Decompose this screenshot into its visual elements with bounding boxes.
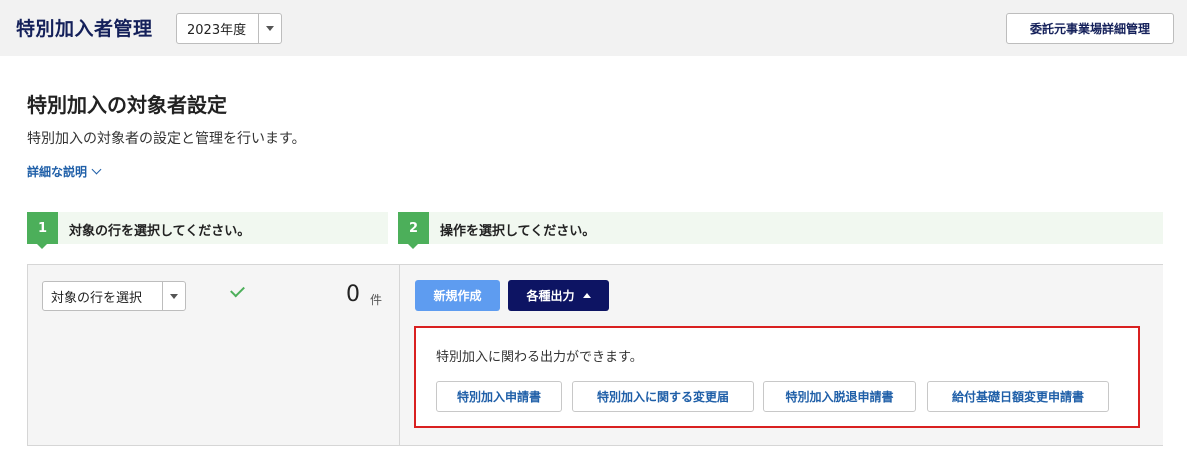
selected-count: 0 — [346, 282, 360, 307]
output-menu-description: 特別加入に関わる出力ができます。 — [436, 350, 643, 365]
detail-description-link[interactable]: 詳細な説明 — [27, 163, 102, 180]
selected-count-unit: 件 — [370, 293, 383, 307]
output-menu-dropdown: 特別加入に関わる出力ができます。 特別加入申請書 特別加入に関する変更届 特別加… — [414, 326, 1140, 428]
withdrawal-application-button[interactable]: 特別加入脱退申請書 — [763, 381, 916, 412]
fiscal-year-value: 2023年度 — [187, 23, 247, 38]
row-selection-value: 対象の行を選択 — [51, 290, 143, 306]
step-2-bar: 2 操作を選択してください。 — [398, 212, 1163, 249]
chevron-down-icon[interactable] — [258, 14, 281, 43]
detail-link-label: 詳細な説明 — [27, 165, 88, 179]
chevron-down-icon[interactable] — [162, 282, 185, 310]
check-icon — [230, 282, 245, 298]
application-form-button[interactable]: 特別加入申請書 — [436, 381, 562, 412]
app-title: 特別加入者管理 — [16, 18, 153, 40]
caret-up-icon — [582, 293, 591, 298]
consignor-detail-button[interactable]: 委託元事業場詳細管理 — [1006, 13, 1174, 44]
step-1-label: 対象の行を選択してください。 — [69, 224, 251, 239]
chevron-down-icon — [91, 164, 102, 175]
fiscal-year-select[interactable]: 2023年度 — [176, 13, 282, 44]
step-1-number: 1 — [27, 212, 58, 249]
page-description: 特別加入の対象者の設定と管理を行います。 — [27, 131, 306, 147]
change-notification-button[interactable]: 特別加入に関する変更届 — [572, 381, 754, 412]
output-menu-button[interactable]: 各種出力 — [508, 280, 609, 311]
row-selection-select[interactable]: 対象の行を選択 — [42, 281, 186, 311]
step-2-label: 操作を選択してください。 — [440, 224, 596, 239]
app-header: 特別加入者管理 2023年度 委託元事業場詳細管理 — [0, 0, 1187, 56]
step-1-bar: 1 対象の行を選択してください。 — [27, 212, 388, 249]
output-menu-label: 各種出力 — [526, 289, 575, 303]
new-create-button[interactable]: 新規作成 — [415, 280, 500, 311]
step-2-number: 2 — [398, 212, 429, 249]
daily-benefit-change-button[interactable]: 給付基礎日額変更申請書 — [927, 381, 1109, 412]
page-title: 特別加入の対象者設定 — [27, 93, 227, 117]
